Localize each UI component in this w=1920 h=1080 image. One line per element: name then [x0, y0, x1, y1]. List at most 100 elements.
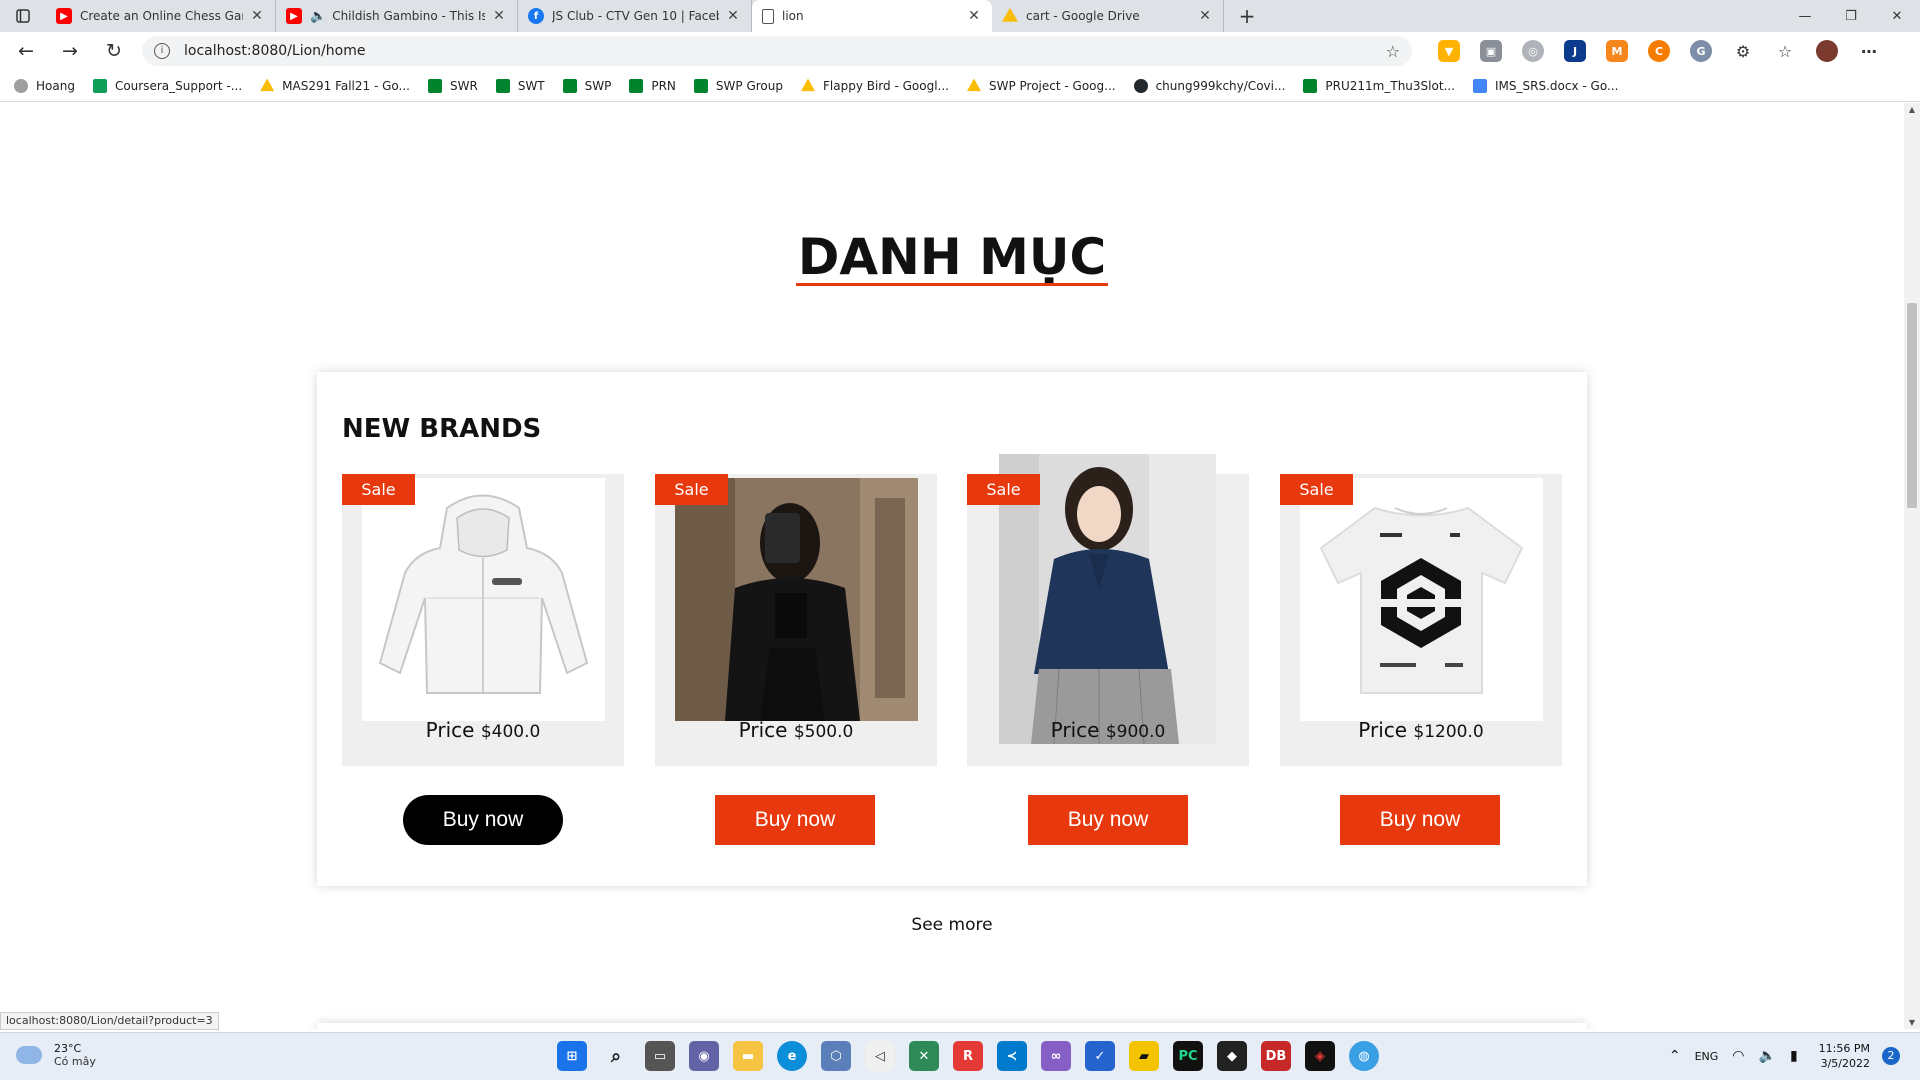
- bookmark-item[interactable]: Hoang: [14, 78, 75, 93]
- todo-icon[interactable]: ✓: [1085, 1041, 1115, 1071]
- language-indicator[interactable]: ENG: [1695, 1050, 1719, 1063]
- bookmark-item[interactable]: MAS291 Fall21 - Go...: [260, 78, 410, 93]
- bookmark-item[interactable]: Flappy Bird - Googl...: [801, 78, 949, 93]
- chevron-up-icon[interactable]: ⌃: [1669, 1048, 1681, 1064]
- weather-widget[interactable]: 23°C Có mây: [16, 1042, 96, 1068]
- metamask-icon[interactable]: M: [1606, 40, 1628, 62]
- product-image[interactable]: [1300, 478, 1543, 721]
- extension-icon[interactable]: ◎: [1522, 40, 1544, 62]
- restore-icon[interactable]: ❐: [1828, 0, 1874, 32]
- edge-icon[interactable]: e: [777, 1041, 807, 1071]
- scrollbar-thumb[interactable]: [1907, 303, 1917, 508]
- extension-icon[interactable]: ▼: [1438, 40, 1460, 62]
- price: Price $900.0: [967, 718, 1249, 742]
- close-icon[interactable]: ✕: [1197, 8, 1213, 24]
- product-card[interactable]: Sale Price $400.0: [342, 474, 624, 766]
- extension-icon[interactable]: J: [1564, 40, 1586, 62]
- tab-facebook[interactable]: f JS Club - CTV Gen 10 | Facebook ✕: [518, 0, 752, 32]
- bookmark-item[interactable]: SWR: [428, 78, 478, 93]
- bookmark-item[interactable]: PRU211m_Thu3Slot...: [1303, 78, 1455, 93]
- notification-badge[interactable]: 2: [1882, 1047, 1900, 1065]
- tab-drive[interactable]: cart - Google Drive ✕: [992, 0, 1224, 32]
- extension-icon[interactable]: G: [1690, 40, 1712, 62]
- file-explorer-icon[interactable]: ▬: [733, 1041, 763, 1071]
- product-card[interactable]: Sale Price $900.0: [967, 454, 1249, 766]
- bookmark-label: Hoang: [36, 78, 75, 93]
- bookmark-item[interactable]: SWP: [562, 78, 611, 93]
- price-value: $1200.0: [1413, 722, 1484, 742]
- product-card[interactable]: Sale Price $1200.0: [1280, 474, 1562, 766]
- scroll-down-icon[interactable]: ▼: [1904, 1018, 1920, 1027]
- bookmark-item[interactable]: PRN: [629, 78, 676, 93]
- bookmark-label: PRU211m_Thu3Slot...: [1325, 78, 1455, 93]
- sticky-notes-icon[interactable]: ▰: [1129, 1041, 1159, 1071]
- bookmark-item[interactable]: SWP Project - Goog...: [966, 78, 1116, 93]
- puzzle-icon[interactable]: ⚙: [1732, 40, 1754, 62]
- app-icon[interactable]: ◈: [1305, 1041, 1335, 1071]
- url-text: localhost:8080/Lion/home: [184, 43, 366, 59]
- terminal-icon[interactable]: ◆: [1217, 1041, 1247, 1071]
- buy-now-button[interactable]: Buy now: [715, 795, 875, 845]
- clock[interactable]: 11:56 PM 3/5/2022: [1819, 1041, 1870, 1071]
- buy-now-button[interactable]: Buy now: [1340, 795, 1500, 845]
- wifi-icon[interactable]: ◠: [1732, 1048, 1744, 1064]
- favorites-icon[interactable]: ☆: [1774, 40, 1796, 62]
- bookmark-item[interactable]: SWT: [495, 78, 545, 93]
- extension-icon[interactable]: C: [1648, 40, 1670, 62]
- tab-lion[interactable]: lion ✕: [752, 0, 992, 32]
- close-icon[interactable]: ✕: [491, 8, 507, 24]
- unity-icon[interactable]: ◁: [865, 1041, 895, 1071]
- close-window-icon[interactable]: ✕: [1874, 0, 1920, 32]
- minimize-icon[interactable]: —: [1782, 0, 1828, 32]
- bookmark-star-icon[interactable]: ☆: [1386, 42, 1400, 61]
- product-image[interactable]: [675, 478, 918, 721]
- task-view-icon[interactable]: ▭: [645, 1041, 675, 1071]
- extension-icon[interactable]: ▣: [1480, 40, 1502, 62]
- start-icon[interactable]: ⊞: [557, 1041, 587, 1071]
- meet-icon: [693, 78, 708, 93]
- back-icon[interactable]: ←: [8, 33, 44, 69]
- tab-chess[interactable]: ▶ Create an Online Chess Game ✕: [46, 0, 276, 32]
- bookmark-label: SWR: [450, 78, 478, 93]
- scrollbar[interactable]: ▲ ▼: [1904, 103, 1920, 1029]
- close-icon[interactable]: ✕: [725, 8, 741, 24]
- app-icon[interactable]: DB: [1261, 1041, 1291, 1071]
- see-more-link[interactable]: See more: [0, 915, 1904, 935]
- vscode-icon[interactable]: ≺: [997, 1041, 1027, 1071]
- bookmark-item[interactable]: SWP Group: [693, 78, 783, 93]
- tab-actions-icon[interactable]: [0, 0, 46, 32]
- bookmark-item[interactable]: Coursera_Support -...: [92, 78, 242, 93]
- site-info-icon[interactable]: i: [154, 43, 170, 59]
- address-bar[interactable]: i localhost:8080/Lion/home ☆: [142, 36, 1412, 66]
- visual-studio-icon[interactable]: ∞: [1041, 1041, 1071, 1071]
- bookmark-item[interactable]: chung999kchy/Covi...: [1133, 78, 1286, 93]
- volume-icon[interactable]: 🔈: [1759, 1048, 1776, 1064]
- close-icon[interactable]: ✕: [249, 8, 265, 24]
- menu-icon[interactable]: ⋯: [1858, 40, 1880, 62]
- app-icon[interactable]: ⬡: [821, 1041, 851, 1071]
- close-icon[interactable]: ✕: [966, 8, 982, 24]
- product-card[interactable]: Sale Price $500.0: [655, 474, 937, 766]
- app-icon[interactable]: R: [953, 1041, 983, 1071]
- battery-icon[interactable]: ▮: [1790, 1048, 1798, 1064]
- product-image[interactable]: [362, 478, 605, 721]
- reload-icon[interactable]: ↻: [96, 33, 132, 69]
- new-tab-icon[interactable]: +: [1224, 0, 1270, 32]
- app-icon[interactable]: ✕: [909, 1041, 939, 1071]
- buy-now-button[interactable]: Buy now: [1028, 795, 1188, 845]
- drive-icon: [1002, 8, 1018, 22]
- scroll-up-icon[interactable]: ▲: [1904, 105, 1920, 114]
- next-section-card: [317, 1023, 1587, 1029]
- pycharm-icon[interactable]: PC: [1173, 1041, 1203, 1071]
- globe-icon[interactable]: ◍: [1349, 1041, 1379, 1071]
- forward-icon[interactable]: →: [52, 33, 88, 69]
- avatar[interactable]: [1816, 40, 1838, 62]
- tab-gambino[interactable]: ▶ 🔈 Childish Gambino - This Is Am ✕: [276, 0, 518, 32]
- buy-now-button[interactable]: Buy now: [403, 795, 563, 845]
- bookmark-label: chung999kchy/Covi...: [1155, 78, 1286, 93]
- chat-icon[interactable]: ◉: [689, 1041, 719, 1071]
- section-title: DANH MỤC: [797, 228, 1107, 286]
- bookmark-item[interactable]: IMS_SRS.docx - Go...: [1473, 78, 1618, 93]
- speaker-icon[interactable]: 🔈: [310, 9, 326, 24]
- search-icon[interactable]: ⌕: [601, 1041, 631, 1071]
